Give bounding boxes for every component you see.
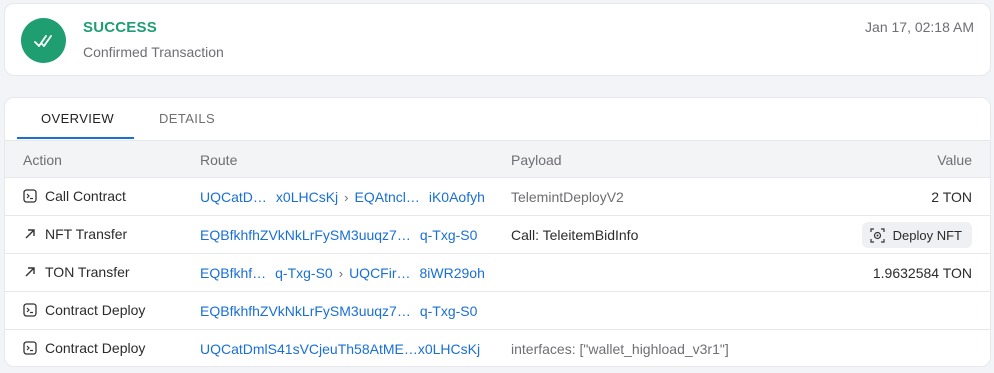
route-to-link[interactable]: UQCFir… (349, 265, 410, 281)
action-cell: Contract Deploy (23, 302, 145, 318)
action-label: Contract Deploy (45, 340, 146, 356)
nft-scan-icon (870, 227, 885, 243)
action-cell: Contract Deploy (23, 340, 145, 356)
payload-cell: Call: TeleitemBidInfo (511, 227, 639, 243)
route-cell: EQBfkhf… q-Txg-S0 › UQCFir… 8iWR29oh (200, 265, 485, 281)
column-header-value: Value (937, 152, 972, 168)
transaction-status-card: SUCCESS Confirmed Transaction Jan 17, 02… (4, 3, 991, 76)
route-cell: UQCatDmlS41sVCjeuTh58AtME… x0LHCsKj (200, 341, 480, 357)
action-label: Contract Deploy (45, 302, 146, 318)
column-header-route: Route (200, 152, 238, 168)
arrow-up-right-icon (23, 227, 37, 241)
deploy-nft-label: Deploy NFT (892, 227, 962, 243)
route-from-link-end[interactable]: x0LHCsKj (276, 189, 338, 205)
tab-overview[interactable]: OVERVIEW (41, 111, 114, 126)
route-from-link[interactable]: EQBfkhf… (200, 265, 266, 281)
route-cell: EQBfkhfhZVkNkLrFySM3uuqz7… q-Txg-S0 (200, 303, 477, 319)
route-to-link-end[interactable]: 8iWR29oh (420, 265, 485, 281)
terminal-icon (23, 189, 37, 203)
table-row: Contract Deploy EQBfkhfhZVkNkLrFySM3uuqz… (5, 292, 990, 330)
table-row: Call Contract UQCatD… x0LHCsKj › EQAtncl…… (5, 178, 990, 216)
route-cell: EQBfkhfhZVkNkLrFySM3uuqz7… q-Txg-S0 (200, 227, 477, 243)
table-header: Action Route Payload Value (5, 140, 990, 178)
status-title: SUCCESS (83, 19, 157, 36)
column-header-action: Action (23, 152, 62, 168)
payload-cell: interfaces: ["wallet_highload_v3r1"] (511, 341, 729, 357)
action-cell: TON Transfer (23, 264, 130, 280)
route-address-link[interactable]: EQBfkhfhZVkNkLrFySM3uuqz7… (200, 303, 411, 319)
action-label: NFT Transfer (45, 226, 128, 242)
arrow-up-right-icon (23, 265, 37, 279)
route-address-link-end[interactable]: x0LHCsKj (418, 341, 480, 357)
table-row: NFT Transfer EQBfkhfhZVkNkLrFySM3uuqz7… q… (5, 216, 990, 254)
value-cell: 1.9632584 TON (872, 265, 972, 281)
route-to-link[interactable]: EQAtncl… (355, 189, 420, 205)
action-label: TON Transfer (45, 264, 130, 280)
route-address-link-end[interactable]: q-Txg-S0 (420, 227, 478, 243)
chevron-right-icon: › (338, 265, 344, 281)
tab-details[interactable]: DETAILS (159, 111, 215, 126)
route-from-link[interactable]: UQCatD… (200, 189, 267, 205)
table-row: Contract Deploy UQCatDmlS41sVCjeuTh58AtM… (5, 330, 990, 366)
tab-bar: OVERVIEW DETAILS (5, 98, 990, 140)
route-address-link-end[interactable]: q-Txg-S0 (420, 303, 478, 319)
double-check-icon (21, 18, 66, 63)
value-cell: 2 TON (931, 189, 972, 205)
route-address-link[interactable]: EQBfkhfhZVkNkLrFySM3uuqz7… (200, 227, 411, 243)
status-subtitle: Confirmed Transaction (83, 44, 224, 60)
terminal-icon (23, 341, 37, 355)
deploy-nft-button[interactable]: Deploy NFT (861, 222, 972, 248)
route-from-link-end[interactable]: q-Txg-S0 (275, 265, 333, 281)
transaction-timestamp: Jan 17, 02:18 AM (865, 19, 974, 35)
action-label: Call Contract (45, 188, 126, 204)
route-to-link-end[interactable]: iK0Aofyh (429, 189, 485, 205)
column-header-payload: Payload (511, 152, 562, 168)
active-tab-indicator (17, 137, 134, 139)
transaction-actions-card: OVERVIEW DETAILS Action Route Payload Va… (4, 97, 991, 367)
route-cell: UQCatD… x0LHCsKj › EQAtncl… iK0Aofyh (200, 189, 485, 205)
route-address-link[interactable]: UQCatDmlS41sVCjeuTh58AtME… (200, 341, 418, 357)
table-row: TON Transfer EQBfkhf… q-Txg-S0 › UQCFir… 8… (5, 254, 990, 292)
payload-cell: TelemintDeployV2 (511, 189, 624, 205)
action-cell: NFT Transfer (23, 226, 127, 242)
terminal-icon (23, 303, 37, 317)
chevron-right-icon: › (344, 189, 349, 205)
action-cell: Call Contract (23, 188, 126, 204)
